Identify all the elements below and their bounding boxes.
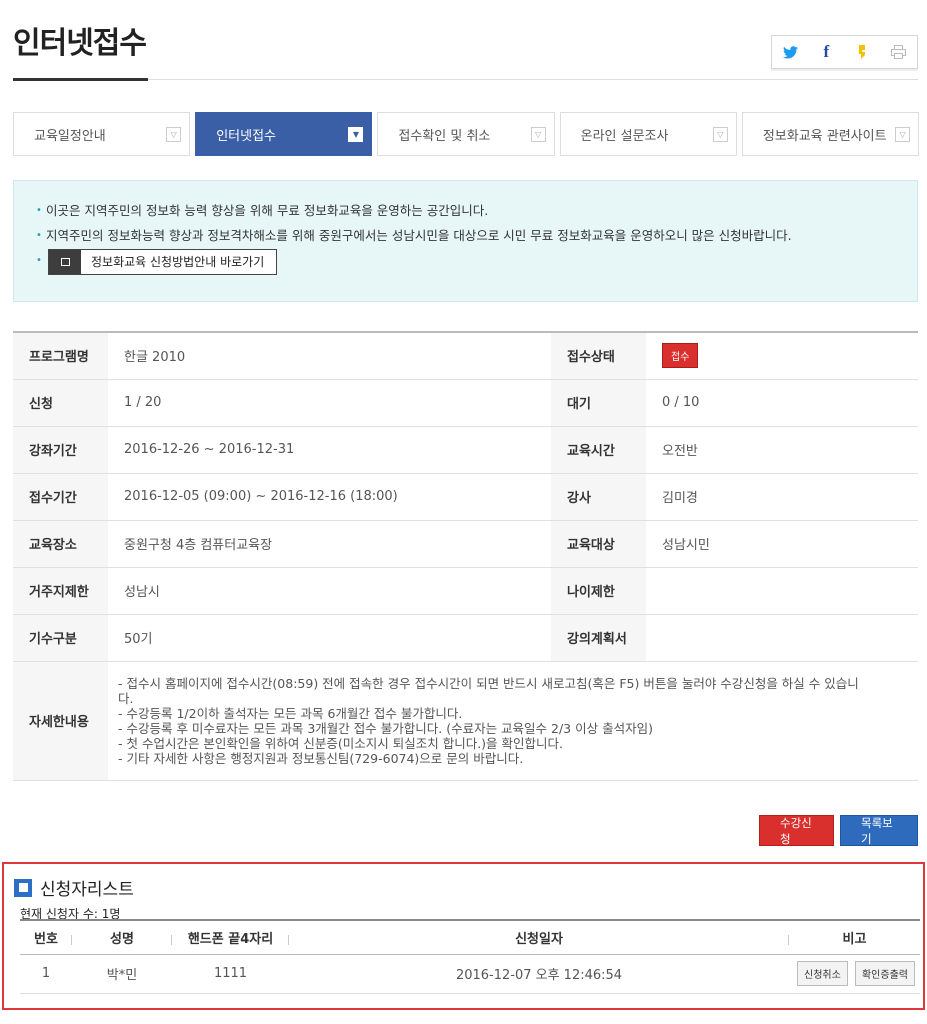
sub-nav-tabs: 교육일정안내 ▽ 인터넷접수 ▼ 접수확인 및 취소 ▽ 온라인 설문조사 ▽ … [13, 112, 920, 156]
teacher-name: 김미경 [646, 473, 918, 521]
applicant-name: 박*민 [72, 954, 172, 994]
info-label: 강의계획서 [551, 614, 646, 662]
course-period: 2016-12-26 ~ 2016-12-31 [108, 426, 551, 474]
notice-line: 이곳은 지역주민의 정보화 능력 향상을 위해 무료 정보화교육을 운영하는 공… [36, 203, 895, 218]
info-label: 교육장소 [13, 520, 108, 568]
lecture-plan [646, 614, 918, 662]
list-square-icon [14, 878, 32, 897]
column-header: 핸드폰 끝4자리 [172, 920, 289, 955]
tab-schedule[interactable]: 교육일정안내 ▽ [13, 112, 191, 156]
program-name: 한글 2010 [108, 332, 551, 380]
cancel-application-button[interactable]: 신청취소 [797, 961, 848, 986]
info-row: 거주지제한 성남시 나이제한 [13, 567, 918, 615]
notice-link-row: 정보화교육 신청방법안내 바로가기 [36, 249, 895, 275]
info-label: 교육시간 [551, 426, 646, 474]
tab-related-sites[interactable]: 정보화교육 관련사이트 ▽ [741, 112, 920, 156]
action-buttons: 수강신청 목록보기 [759, 815, 918, 846]
tab-survey[interactable]: 온라인 설문조사 ▽ [559, 112, 737, 156]
detail-content: - 접수시 홈페이지에 접수시간(08:59) 전에 접속한 경우 접수시간이 … [108, 661, 918, 781]
info-label: 자세한내용 [13, 661, 108, 781]
table-row: 1 박*민 1111 2016-12-07 오후 12:46:54 신청취소 확… [20, 954, 920, 994]
tab-internet-apply[interactable]: 인터넷접수 ▼ [195, 112, 373, 156]
section-title: 신청자리스트 [14, 875, 134, 900]
detail-line: - 기타 자세한 사항은 행정지원과 정보통신팀(729-6074)으로 문의 … [118, 750, 524, 766]
info-row: 교육장소 중원구청 4층 컴퓨터교육장 교육대상 성남시민 [13, 520, 918, 568]
info-label: 접수상태 [551, 332, 646, 380]
facebook-icon[interactable]: f [808, 36, 844, 68]
table-header-row: 번호 성명 핸드폰 끝4자리 신청일자 비고 [20, 920, 920, 955]
info-row: 프로그램명 한글 2010 접수상태 접수 [13, 332, 918, 380]
window-icon [49, 250, 81, 274]
detail-line: 다. [118, 690, 134, 706]
age-limit [646, 567, 918, 615]
tab-label: 접수확인 및 취소 [398, 128, 491, 144]
detail-line: - 첫 수업시간은 본인확인을 위하여 신분증(미소지시 퇴실조치 합니다.)을… [118, 735, 563, 751]
notice-line: 지역주민의 정보화능력 향상과 정보격차해소를 위해 중원구에서는 성남시민을 … [36, 228, 895, 243]
info-row: 자세한내용 - 접수시 홈페이지에 접수시간(08:59) 전에 접속한 경우 … [13, 661, 918, 781]
class-place: 중원구청 4층 컴퓨터교육장 [108, 520, 551, 568]
detail-line: - 접수시 홈페이지에 접수시간(08:59) 전에 접속한 경우 접수시간이 … [118, 675, 859, 691]
info-label: 신청 [13, 379, 108, 427]
share-bar: f [771, 35, 918, 69]
column-header: 번호 [20, 920, 72, 955]
info-row: 강좌기간 2016-12-26 ~ 2016-12-31 교육시간 오전반 [13, 426, 918, 474]
reception-period: 2016-12-05 (09:00) ~ 2016-12-16 (18:00) [108, 473, 551, 521]
detail-line: - 수강등록 1/2이하 출석자는 모든 과목 6개월간 접수 불가합니다. [118, 705, 463, 721]
kakaostory-icon[interactable] [845, 36, 881, 68]
term-value: 50기 [108, 614, 551, 662]
info-label: 거주지제한 [13, 567, 108, 615]
title-divider [13, 79, 918, 80]
print-certificate-button[interactable]: 확인증출력 [854, 961, 915, 986]
info-label: 강사 [551, 473, 646, 521]
applicant-list-section: 신청자리스트 현재 신청자 수: 1명 번호 성명 핸드폰 끝4자리 신청일자 … [2, 862, 925, 1010]
column-header: 신청일자 [289, 920, 789, 955]
print-icon[interactable] [881, 36, 917, 68]
list-button[interactable]: 목록보기 [840, 815, 918, 846]
info-label: 대기 [551, 379, 646, 427]
title-underline [13, 78, 148, 81]
info-label: 프로그램명 [13, 332, 108, 380]
guide-link-label: 정보화교육 신청방법안내 바로가기 [91, 254, 265, 269]
tab-confirm-cancel[interactable]: 접수확인 및 취소 ▽ [377, 112, 555, 156]
class-time: 오전반 [646, 426, 918, 474]
chevron-down-icon: ▼ [348, 127, 364, 142]
info-label: 기수구분 [13, 614, 108, 662]
notice-box: 이곳은 지역주민의 정보화 능력 향상을 위해 무료 정보화교육을 운영하는 공… [13, 180, 918, 302]
info-label: 교육대상 [551, 520, 646, 568]
info-label: 접수기간 [13, 473, 108, 521]
chevron-down-icon: ▽ [166, 127, 182, 142]
chevron-down-icon: ▽ [712, 127, 728, 142]
phone-last4: 1111 [172, 954, 289, 994]
chevron-down-icon: ▽ [895, 127, 911, 142]
apply-date: 2016-12-07 오후 12:46:54 [289, 954, 789, 994]
tab-label: 온라인 설문조사 [580, 128, 669, 144]
tab-label: 인터넷접수 [216, 128, 277, 144]
detail-line: - 수강등록 후 미수료자는 모든 과목 3개월간 접수 불가합니다. (수료자… [118, 720, 653, 736]
program-info-table: 프로그램명 한글 2010 접수상태 접수 신청 1 / 20 대기 0 / 1… [13, 331, 918, 781]
info-row: 접수기간 2016-12-05 (09:00) ~ 2016-12-16 (18… [13, 473, 918, 521]
wait-count: 0 / 10 [646, 379, 918, 427]
info-label: 나이제한 [551, 567, 646, 615]
apply-button[interactable]: 수강신청 [759, 815, 834, 846]
info-row: 기수구분 50기 강의계획서 [13, 614, 918, 662]
info-label: 강좌기간 [13, 426, 108, 474]
info-row: 신청 1 / 20 대기 0 / 10 [13, 379, 918, 427]
row-number: 1 [20, 954, 72, 994]
target-group: 성남시민 [646, 520, 918, 568]
section-title-text: 신청자리스트 [40, 880, 134, 900]
tab-label: 교육일정안내 [34, 128, 106, 144]
chevron-down-icon: ▽ [530, 127, 546, 142]
status-badge: 접수 [662, 343, 699, 369]
column-header: 비고 [789, 920, 920, 955]
page-title: 인터넷접수 [13, 26, 147, 61]
apply-count: 1 / 20 [108, 379, 551, 427]
tab-label: 정보화교육 관련사이트 [762, 128, 887, 144]
applicant-table: 번호 성명 핸드폰 끝4자리 신청일자 비고 1 박*민 1111 2016-1… [20, 919, 920, 994]
column-header: 성명 [72, 920, 172, 955]
twitter-icon[interactable] [772, 36, 808, 68]
guide-link-button[interactable]: 정보화교육 신청방법안내 바로가기 [48, 249, 278, 275]
row-actions: 신청취소 확인증출력 [789, 954, 920, 994]
residence-limit: 성남시 [108, 567, 551, 615]
